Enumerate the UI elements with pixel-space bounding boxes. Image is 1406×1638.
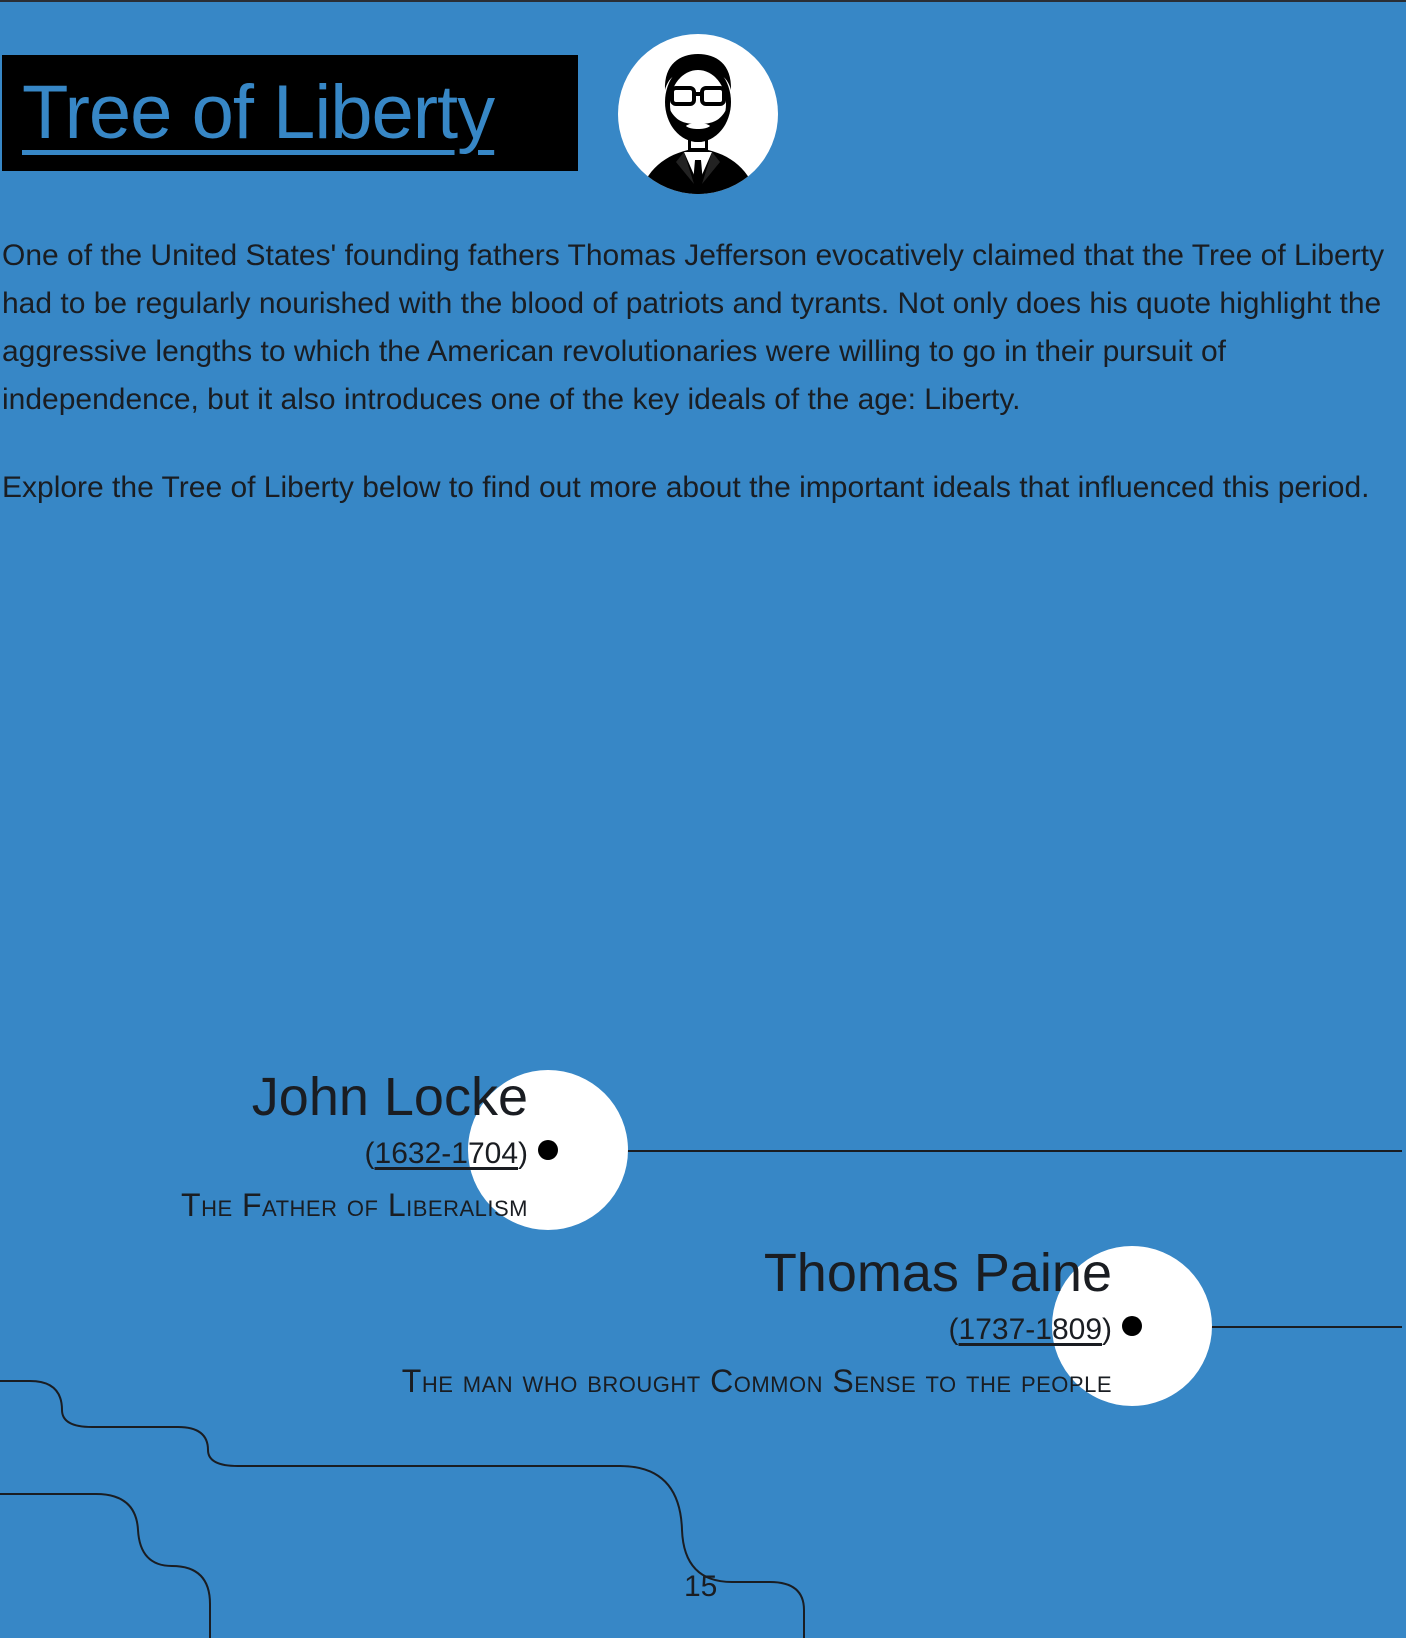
intro-paragraph: One of the United States' founding fathe… xyxy=(2,239,1385,416)
person-years-paine: (1737-1809) xyxy=(948,1313,1112,1346)
person-epithet-locke: The Father of Liberalism xyxy=(181,1187,528,1223)
timeline-node-dot xyxy=(1122,1316,1142,1336)
top-rule xyxy=(0,0,1406,2)
person-years-locke: (1632-1704) xyxy=(364,1137,528,1170)
person-epithet-paine: The man who brought Common Sense to the … xyxy=(401,1363,1112,1399)
title-banner: Tree of Liberty xyxy=(2,55,578,171)
page-number: 15 xyxy=(684,1570,718,1603)
intro-text: One of the United States' founding fathe… xyxy=(2,232,1402,552)
years-link-locke[interactable]: 1632-1704 xyxy=(375,1137,518,1170)
intro-paragraph: Explore the Tree of Liberty below to fin… xyxy=(2,471,1370,504)
person-name-locke: John Locke xyxy=(251,1067,528,1127)
author-avatar xyxy=(618,34,778,194)
tree-root-path xyxy=(0,1493,211,1638)
timeline-node-dot xyxy=(538,1140,558,1160)
page-title-link[interactable]: Tree of Liberty xyxy=(22,75,495,151)
bearded-man-avatar-icon xyxy=(640,54,756,194)
person-name-paine: Thomas Paine xyxy=(763,1243,1112,1303)
years-link-paine[interactable]: 1737-1809 xyxy=(959,1313,1102,1346)
